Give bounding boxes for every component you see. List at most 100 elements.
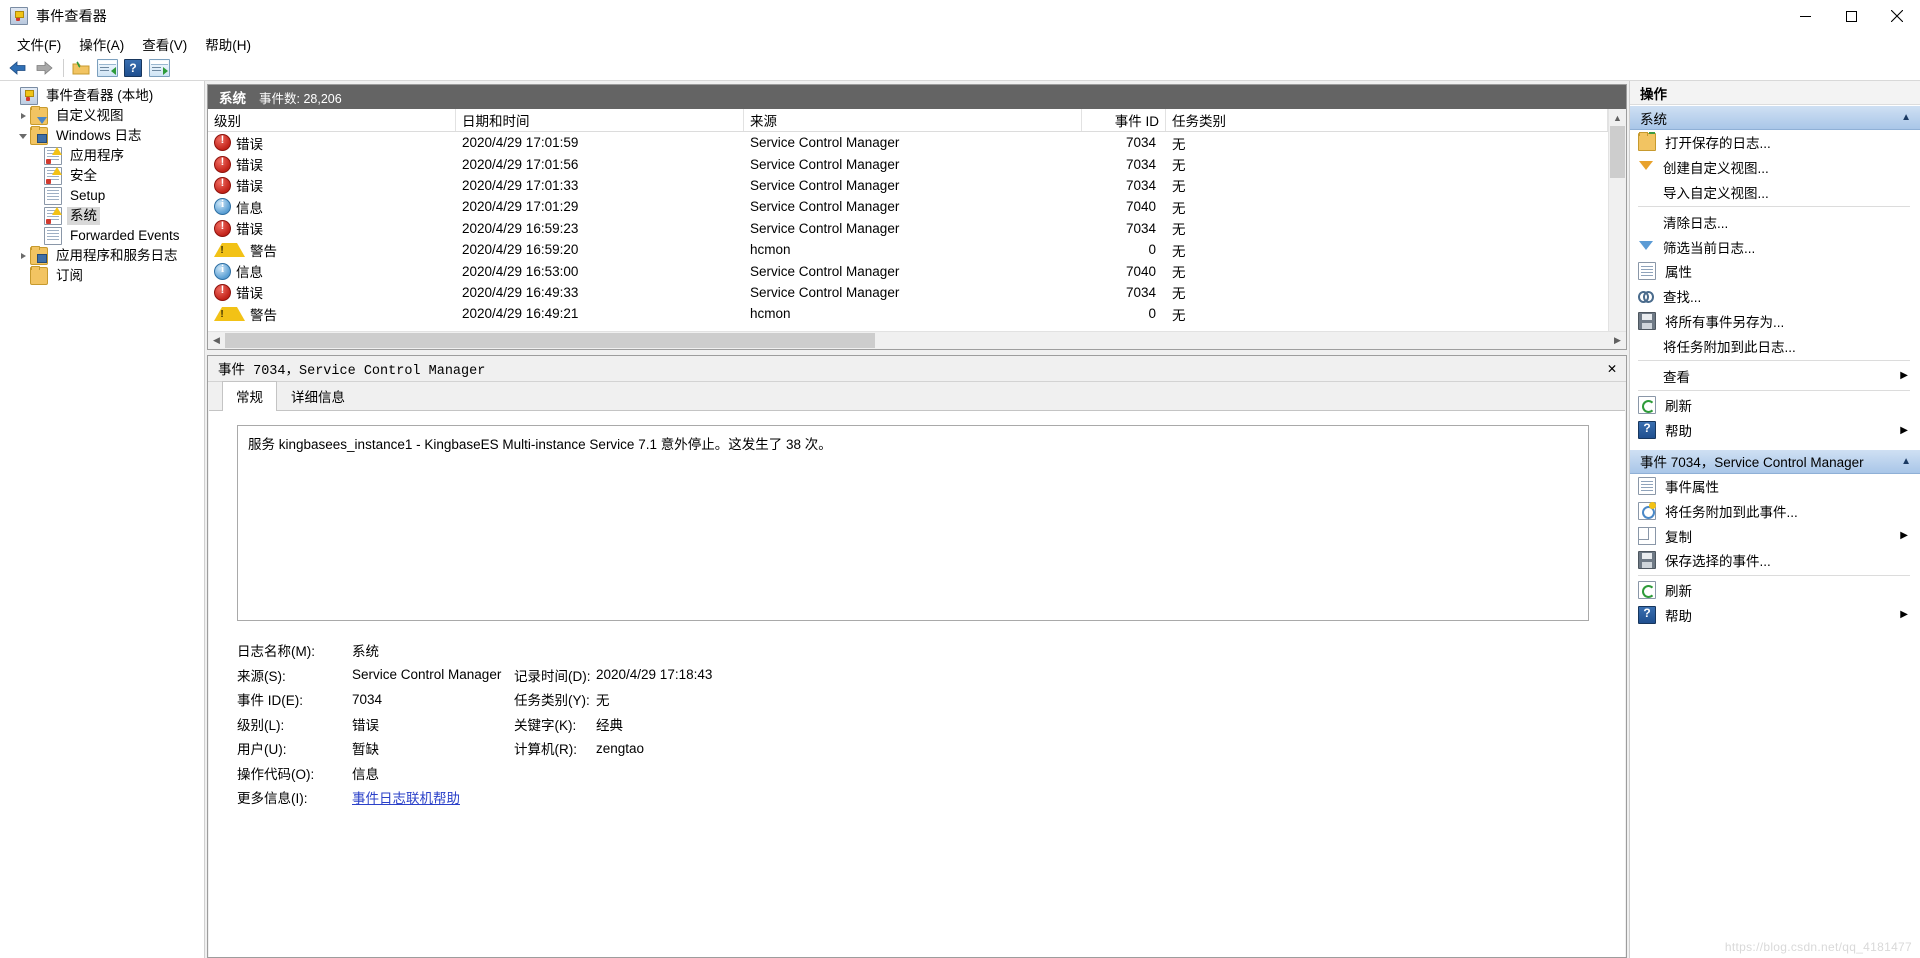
action-open-saved-log[interactable]: 打开保存的日志... <box>1630 130 1920 155</box>
column-header-task-category[interactable]: 任务类别 <box>1166 109 1608 131</box>
save-icon <box>1638 311 1656 330</box>
action-refresh-event[interactable]: 刷新 <box>1630 578 1920 603</box>
event-grid: 级别 日期和时间 来源 事件 ID 任务类别 错误 2020/4/29 17:0… <box>208 109 1608 331</box>
column-header-level[interactable]: 级别 <box>208 109 456 131</box>
table-row[interactable]: 错误 2020/4/29 16:49:33 Service Control Ma… <box>208 282 1608 303</box>
action-refresh[interactable]: 刷新 <box>1630 393 1920 418</box>
event-list-horizontal-scrollbar[interactable]: ◀ ▶ <box>208 331 1626 349</box>
tree-item-event-viewer-root[interactable]: 事件查看器 (本地) <box>0 86 204 106</box>
console-tree[interactable]: 事件查看器 (本地) 自定义视图 Windows 日志 应用程序 安全 Setu… <box>0 81 205 958</box>
event-id-value: 7034 <box>352 691 383 707</box>
column-header-event-id[interactable]: 事件 ID <box>1082 109 1166 131</box>
action-help[interactable]: 帮助 ▶ <box>1630 418 1920 443</box>
tree-item-system[interactable]: 系统 <box>0 206 204 226</box>
open-saved-log-icon <box>1638 132 1656 152</box>
tree-item-application[interactable]: 应用程序 <box>0 146 204 166</box>
cell-source: Service Control Manager <box>750 220 900 236</box>
menu-view[interactable]: 查看(V) <box>133 32 196 56</box>
table-row[interactable]: 错误 2020/4/29 16:59:23 Service Control Ma… <box>208 218 1608 239</box>
menu-help[interactable]: 帮助(H) <box>196 32 260 56</box>
table-row[interactable]: 错误 2020/4/29 17:01:33 Service Control Ma… <box>208 175 1608 196</box>
action-save-all-events-as[interactable]: 将所有事件另存为... <box>1630 309 1920 334</box>
scroll-left-arrow-icon[interactable]: ◀ <box>208 332 225 349</box>
tree-item-windows-logs[interactable]: Windows 日志 <box>0 126 204 146</box>
tree-item-forwarded-events[interactable]: Forwarded Events <box>0 226 204 246</box>
tab-general[interactable]: 常规 <box>222 381 277 411</box>
table-row[interactable]: 警告 2020/4/29 16:59:20 hcmon 0 无 <box>208 239 1608 260</box>
open-folder-icon[interactable] <box>69 57 93 79</box>
caret-up-icon[interactable]: ▲ <box>1901 112 1911 123</box>
tree-item-custom-views[interactable]: 自定义视图 <box>0 106 204 126</box>
tree-item-label: 应用程序和服务日志 <box>56 248 178 263</box>
tab-details[interactable]: 详细信息 <box>277 381 359 411</box>
action-help-event[interactable]: 帮助 ▶ <box>1630 603 1920 628</box>
action-import-custom-view[interactable]: 导入自定义视图... <box>1630 180 1920 205</box>
tree-item-security[interactable]: 安全 <box>0 166 204 186</box>
menu-file[interactable]: 文件(F) <box>8 32 70 56</box>
source-value: Service Control Manager <box>352 667 502 683</box>
event-count-label: 事件数: 28,206 <box>259 91 342 106</box>
action-find[interactable]: 查找... <box>1630 284 1920 309</box>
vertical-scroll-thumb[interactable] <box>1610 126 1625 178</box>
error-icon <box>214 219 231 237</box>
chevron-right-icon[interactable] <box>16 106 30 126</box>
forward-arrow-icon[interactable] <box>32 57 56 79</box>
event-log-online-help-link[interactable]: 事件日志联机帮助 <box>352 787 512 807</box>
cell-task-category: 无 <box>1172 286 1186 302</box>
title-bar: 事件查看器 <box>0 0 1920 33</box>
table-row[interactable]: 信息 2020/4/29 17:01:29 Service Control Ma… <box>208 196 1608 217</box>
tree-item-subscriptions[interactable]: 订阅 <box>0 266 204 286</box>
actions-pane-header: 操作 <box>1630 81 1920 105</box>
action-properties[interactable]: 属性 <box>1630 259 1920 284</box>
caret-up-icon[interactable]: ▲ <box>1901 456 1911 467</box>
action-label: 打开保存的日志... <box>1665 136 1771 152</box>
horizontal-scroll-thumb[interactable] <box>225 333 875 348</box>
close-icon[interactable]: ✕ <box>1598 356 1626 381</box>
action-label: 查找... <box>1663 290 1702 306</box>
action-event-properties[interactable]: 事件属性 <box>1630 474 1920 499</box>
close-button[interactable] <box>1874 0 1920 32</box>
action-filter-current-log[interactable]: 筛选当前日志... <box>1630 234 1920 259</box>
chevron-down-icon[interactable] <box>16 126 30 146</box>
action-attach-task-to-event[interactable]: 将任务附加到此事件... <box>1630 498 1920 523</box>
refresh-icon <box>1638 396 1656 415</box>
action-copy[interactable]: 复制 ▶ <box>1630 523 1920 548</box>
menu-bar: 文件(F) 操作(A) 查看(V) 帮助(H) <box>0 33 1920 55</box>
event-list-header: 系统 事件数: 28,206 <box>208 85 1626 109</box>
table-row[interactable]: 错误 2020/4/29 17:01:59 Service Control Ma… <box>208 132 1608 153</box>
error-icon <box>214 283 231 301</box>
scroll-up-arrow-icon[interactable]: ▲ <box>1609 109 1626 126</box>
chevron-right-icon[interactable] <box>16 246 30 266</box>
column-header-datetime[interactable]: 日期和时间 <box>456 109 744 131</box>
action-view[interactable]: 查看 ▶ <box>1630 363 1920 388</box>
actions-group-system[interactable]: 系统 ▲ <box>1630 105 1920 130</box>
event-list-vertical-scrollbar[interactable]: ▲ <box>1608 109 1626 331</box>
user-value: 暂缺 <box>352 742 379 758</box>
vertical-scroll-track[interactable] <box>1609 126 1626 331</box>
table-row[interactable]: 警告 2020/4/29 16:49:21 hcmon 0 无 <box>208 303 1608 324</box>
action-save-selected-events[interactable]: 保存选择的事件... <box>1630 548 1920 573</box>
log-icon <box>44 227 62 245</box>
cell-level: 信息 <box>208 260 456 281</box>
menu-action[interactable]: 操作(A) <box>70 32 133 56</box>
horizontal-scroll-track[interactable] <box>225 332 1609 349</box>
scroll-right-arrow-icon[interactable]: ▶ <box>1609 332 1626 349</box>
maximize-button[interactable] <box>1828 0 1874 32</box>
action-create-custom-view[interactable]: 创建自定义视图... <box>1630 155 1920 180</box>
back-arrow-icon[interactable] <box>6 57 30 79</box>
table-row[interactable]: 错误 2020/4/29 17:01:56 Service Control Ma… <box>208 153 1608 174</box>
action-clear-log[interactable]: 清除日志... <box>1630 209 1920 234</box>
tree-item-applications-and-services-logs[interactable]: 应用程序和服务日志 <box>0 246 204 266</box>
table-row[interactable]: 信息 2020/4/29 16:53:00 Service Control Ma… <box>208 260 1608 281</box>
show-console-tree-icon[interactable] <box>95 57 119 79</box>
action-attach-task-to-log[interactable]: 将任务附加到此日志... <box>1630 333 1920 358</box>
help-icon[interactable]: ? <box>121 57 145 79</box>
column-header-source[interactable]: 来源 <box>744 109 1082 131</box>
subscriptions-folder-icon <box>30 266 48 285</box>
tree-item-setup[interactable]: Setup <box>0 186 204 206</box>
show-action-pane-icon[interactable] <box>147 57 171 79</box>
event-field-list: 日志名称(M): 系统 来源(S): Service Control Manag… <box>237 638 1625 810</box>
actions-group-event[interactable]: 事件 7034，Service Control Manager ▲ <box>1630 448 1920 474</box>
minimize-button[interactable] <box>1782 0 1828 32</box>
event-grid-body[interactable]: 错误 2020/4/29 17:01:59 Service Control Ma… <box>208 132 1608 331</box>
